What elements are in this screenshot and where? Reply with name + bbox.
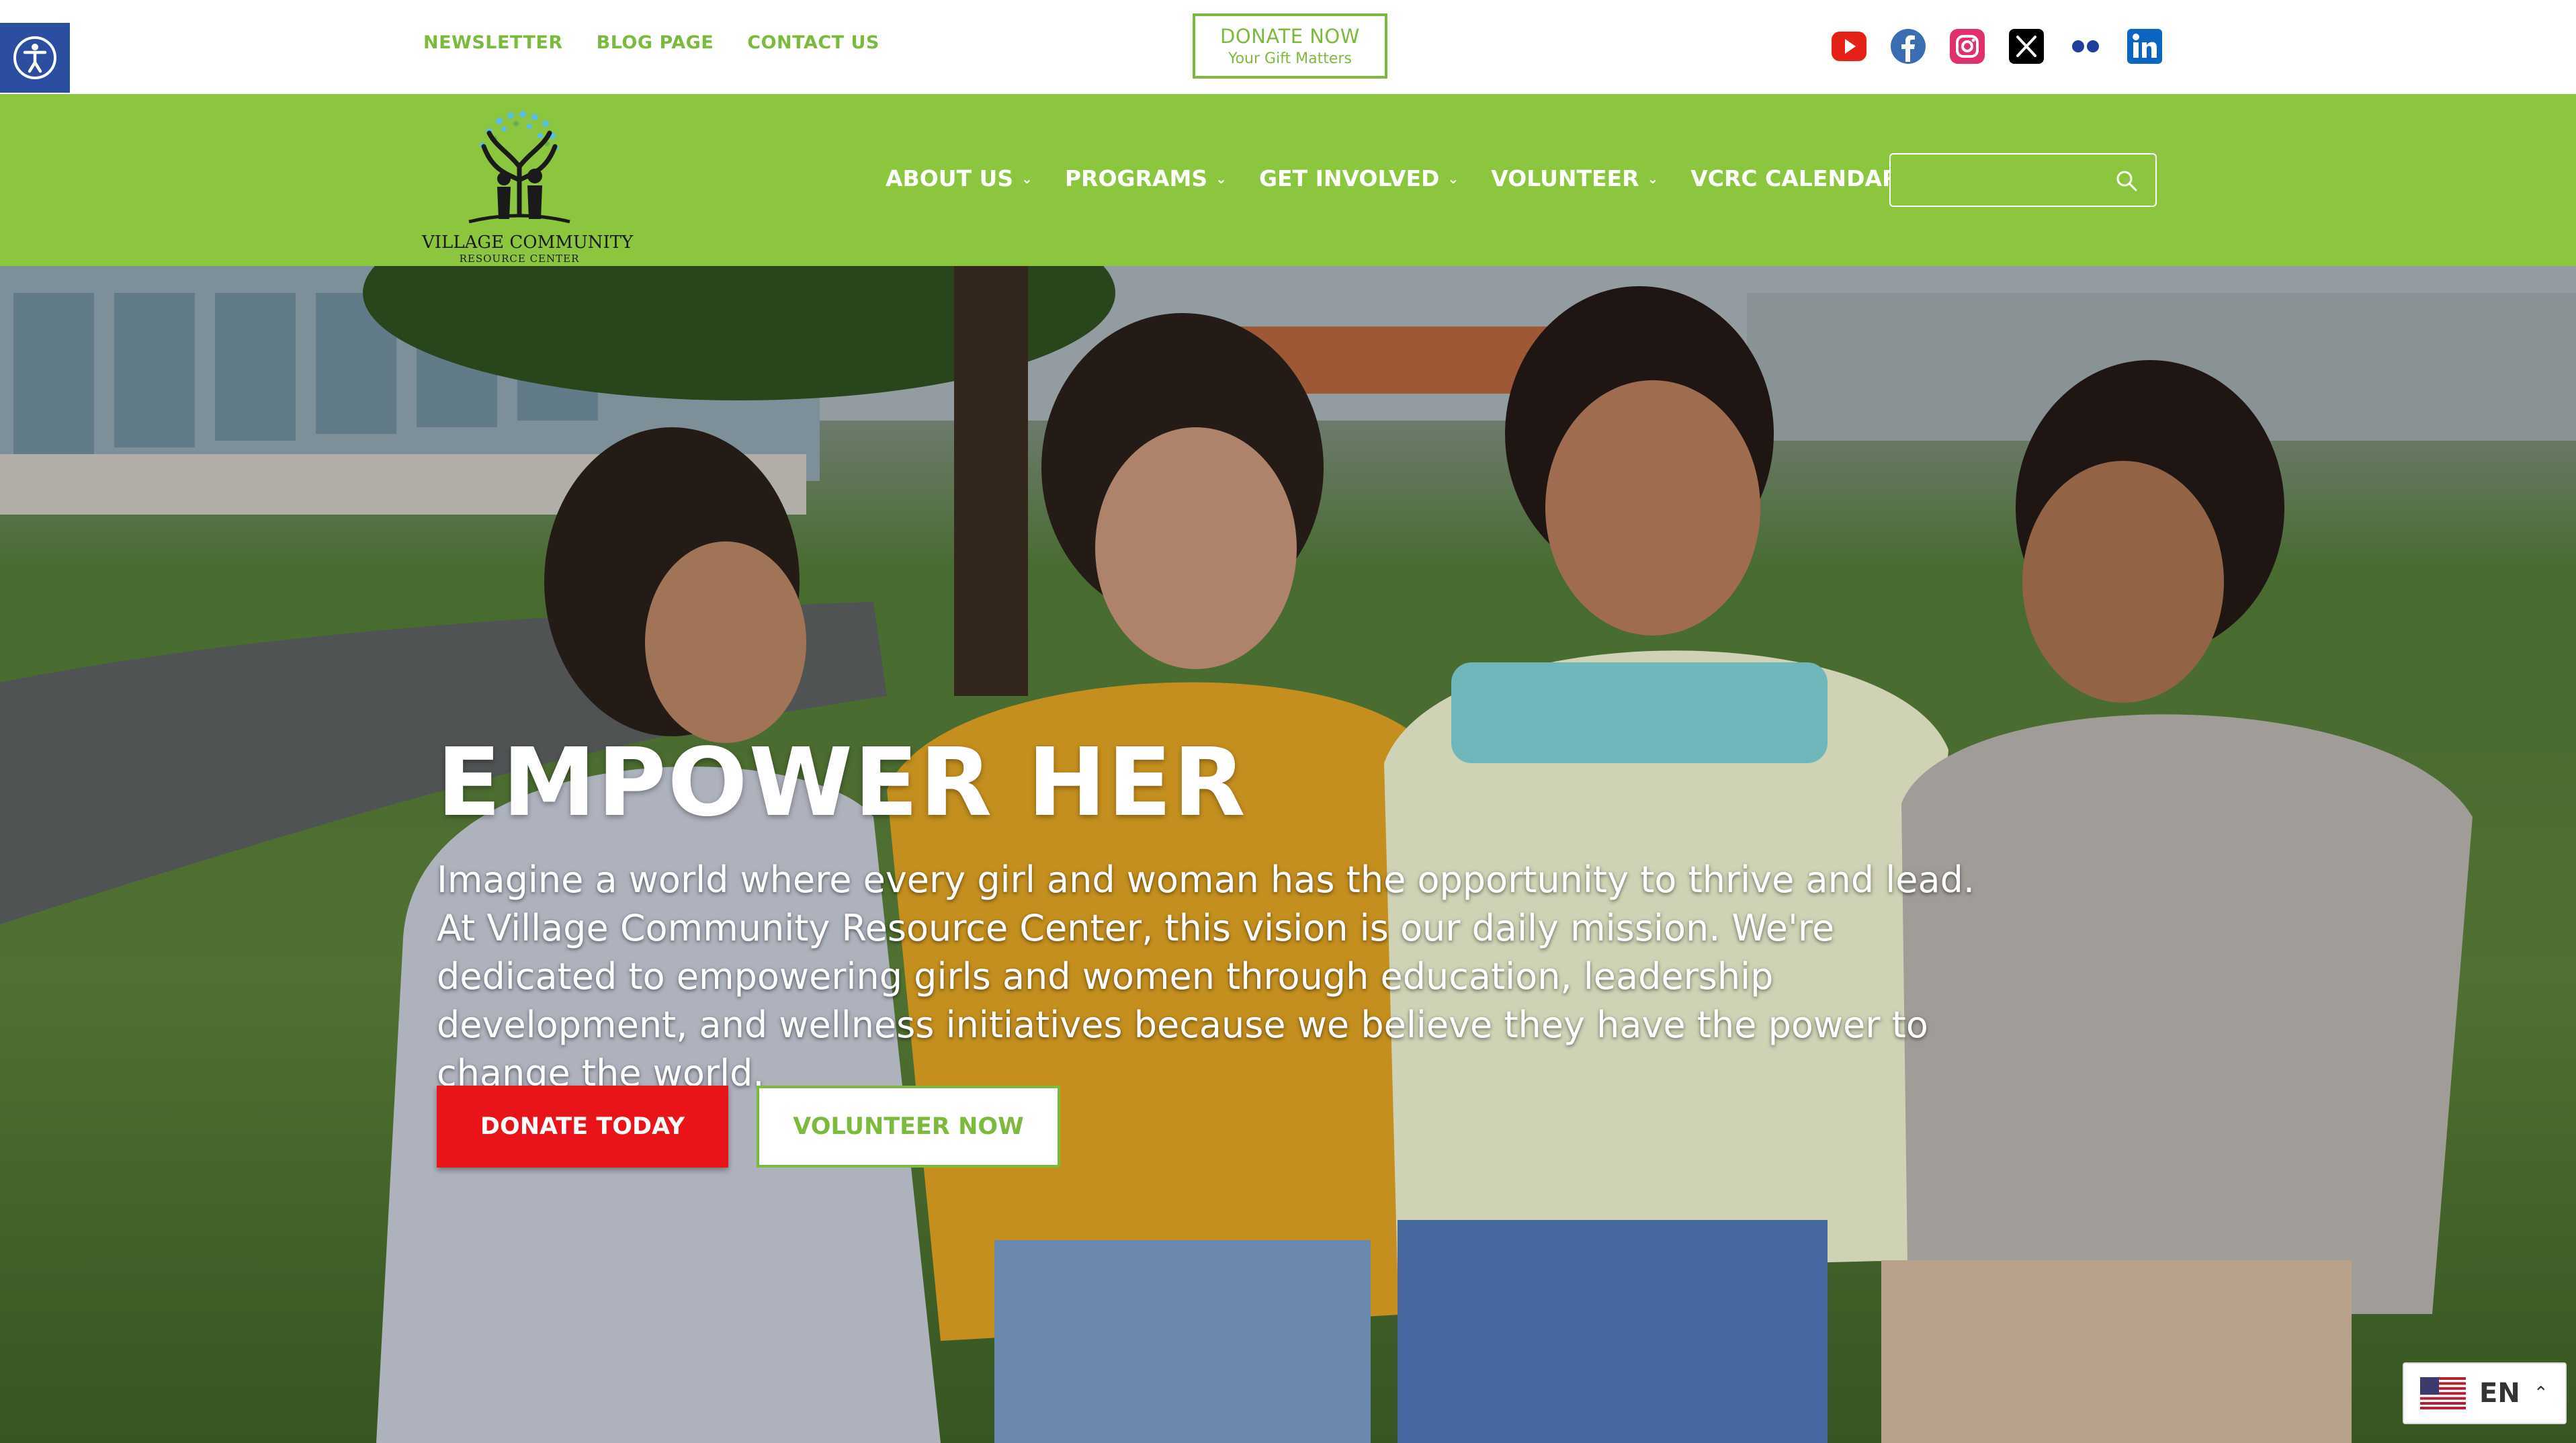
linkedin-icon[interactable]: [2127, 28, 2163, 64]
volunteer-now-button[interactable]: VOLUNTEER NOW: [757, 1086, 1060, 1168]
hero-section: EMPOWER HER Imagine a world where every …: [0, 266, 2576, 1443]
contact-us-link[interactable]: CONTACT US: [747, 32, 879, 53]
chevron-down-icon: ⌄: [1021, 170, 1033, 187]
facebook-icon[interactable]: [1890, 28, 1926, 64]
instagram-icon[interactable]: [1949, 28, 1985, 64]
menu-volunteer[interactable]: VOLUNTEER ⌄: [1491, 165, 1658, 191]
top-links: NEWSLETTER BLOG PAGE CONTACT US: [423, 32, 879, 53]
hero-title: EMPOWER HER: [437, 728, 1247, 838]
site-logo[interactable]: VILLAGE COMMUNITY RESOURCE CENTER: [422, 106, 634, 265]
menu-label: VOLUNTEER: [1491, 165, 1639, 191]
hero-description: Imagine a world where every girl and wom…: [437, 859, 1975, 1094]
logo-text-line2: RESOURCE CENTER: [459, 253, 580, 265]
logo-text-line1: VILLAGE COMMUNITY: [422, 232, 634, 253]
accessibility-button[interactable]: [0, 23, 70, 93]
us-flag-icon: [2420, 1377, 2466, 1409]
hero-buttons: DONATE TODAY VOLUNTEER NOW: [437, 1086, 1060, 1168]
newsletter-link[interactable]: NEWSLETTER: [423, 32, 563, 53]
menu-label: PROGRAMS: [1064, 165, 1208, 191]
hero-content: EMPOWER HER Imagine a world where every …: [437, 730, 2049, 1098]
accessibility-icon: [13, 36, 56, 79]
menu-get-involved[interactable]: GET INVOLVED ⌄: [1259, 165, 1459, 191]
donate-now-subtitle: Your Gift Matters: [1228, 50, 1352, 67]
chevron-up-icon: ⌃: [2533, 1383, 2548, 1403]
main-menu: ABOUT US ⌄ PROGRAMS ⌄ GET INVOLVED ⌄ VOL…: [886, 165, 1899, 191]
menu-about-us[interactable]: ABOUT US ⌄: [886, 165, 1033, 191]
donate-today-button[interactable]: DONATE TODAY: [437, 1086, 728, 1168]
tree-logo-icon: [468, 111, 570, 224]
main-navbar: VILLAGE COMMUNITY RESOURCE CENTER ABOUT …: [0, 94, 2576, 266]
chevron-down-icon: ⌄: [1647, 170, 1659, 187]
menu-label: GET INVOLVED: [1258, 165, 1440, 191]
x-icon[interactable]: [2008, 28, 2045, 64]
search-icon[interactable]: [2115, 169, 2138, 192]
search-input[interactable]: [1891, 155, 2112, 206]
language-code: EN: [2479, 1378, 2520, 1409]
menu-label: ABOUT US: [886, 165, 1014, 191]
donate-now-title: DONATE NOW: [1220, 25, 1360, 48]
menu-vcrc-calendar[interactable]: VCRC CALENDAR: [1690, 165, 1899, 191]
top-bar: NEWSLETTER BLOG PAGE CONTACT US DONATE N…: [0, 0, 2576, 94]
social-links: [1831, 28, 2163, 64]
donate-now-button[interactable]: DONATE NOW Your Gift Matters: [1193, 13, 1387, 79]
flickr-icon[interactable]: [2067, 28, 2104, 64]
blog-page-link[interactable]: BLOG PAGE: [597, 32, 714, 53]
search-box: [1889, 153, 2157, 207]
chevron-down-icon: ⌄: [1215, 170, 1227, 187]
menu-programs[interactable]: PROGRAMS ⌄: [1065, 165, 1227, 191]
menu-label: VCRC CALENDAR: [1690, 165, 1899, 191]
youtube-icon[interactable]: [1831, 28, 1867, 64]
language-selector[interactable]: EN ⌃: [2403, 1362, 2567, 1424]
chevron-down-icon: ⌄: [1447, 170, 1459, 187]
